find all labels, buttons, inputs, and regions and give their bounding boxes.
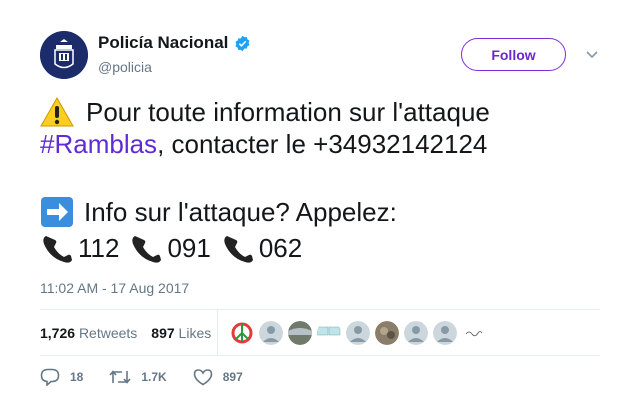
tweet-header: Policía Nacional @policia Follow <box>40 31 600 79</box>
reply-icon <box>40 368 60 386</box>
tweet-line-3: Info sur l'attaque? Appelez: <box>40 196 600 228</box>
likes-stat[interactable]: 897 Likes <box>151 325 211 341</box>
tweet-line-2: #Ramblas, contacter le +34932142124 <box>40 128 600 160</box>
like-count: 897 <box>222 370 243 384</box>
tweet-line-1: Pour toute information sur l'attaque <box>40 96 600 128</box>
display-name[interactable]: Policía Nacional <box>98 33 228 53</box>
phone-numbers-line: 112 091 062 <box>40 232 600 264</box>
reply-action[interactable]: 18 <box>40 368 83 386</box>
retweet-action[interactable]: 1.7K <box>109 369 167 385</box>
retweet-icon <box>109 370 131 384</box>
police-badge-icon <box>40 31 88 79</box>
tweet-text: Pour toute information sur l'attaque #Ra… <box>40 96 600 264</box>
hashtag-link[interactable]: #Ramblas <box>40 128 157 160</box>
liker-avatar[interactable] <box>433 321 457 345</box>
liker-avatar[interactable] <box>346 321 370 345</box>
phone-number-3[interactable]: 062 <box>259 232 302 264</box>
tweet-timestamp[interactable]: 11:02 AM - 17 Aug 2017 <box>40 280 189 296</box>
avatar[interactable] <box>40 31 88 79</box>
telephone-icon <box>132 236 162 263</box>
reply-count: 18 <box>70 370 84 384</box>
liker-avatar[interactable] <box>259 321 283 345</box>
user-handle[interactable]: @policia <box>98 59 251 75</box>
name-row: Policía Nacional <box>98 33 251 53</box>
telephone-icon <box>224 236 253 263</box>
likes-label: Likes <box>178 325 212 341</box>
retweets-count: 1,726 <box>40 325 76 341</box>
phone-number-2[interactable]: 091 <box>167 232 210 264</box>
likes-count: 897 <box>151 325 175 341</box>
liker-avatar[interactable] <box>230 321 254 345</box>
retweet-count: 1.7K <box>141 370 167 384</box>
retweets-label: Retweets <box>78 325 138 341</box>
name-block: Policía Nacional @policia <box>98 33 251 75</box>
follow-button[interactable]: Follow <box>461 38 566 71</box>
liker-avatar[interactable] <box>375 321 399 345</box>
retweets-stat[interactable]: 1,726 Retweets <box>40 325 137 341</box>
liker-avatar[interactable] <box>404 321 428 345</box>
chevron-down-icon[interactable] <box>585 47 599 61</box>
right-arrow-icon <box>41 197 73 227</box>
tweet-actions: 18 1.7K 897 <box>40 368 269 386</box>
liker-avatar[interactable] <box>317 321 341 345</box>
like-action[interactable]: 897 <box>193 368 243 386</box>
stats-separator <box>217 310 218 356</box>
liker-avatar[interactable] <box>462 321 486 345</box>
tweet-line-1-text: Pour toute information sur l'attaque <box>86 97 490 127</box>
warning-icon <box>40 97 74 127</box>
telephone-icon <box>43 236 72 263</box>
divider-bottom <box>40 355 600 356</box>
phone-number-1[interactable]: 112 <box>78 232 119 264</box>
heart-icon <box>193 369 213 386</box>
liker-avatars <box>230 321 491 345</box>
verified-icon <box>235 35 250 51</box>
tweet-line-2-text: , contacter le +34932142124 <box>157 129 488 159</box>
tweet-line-3-text: Info sur l'attaque? Appelez: <box>84 197 397 227</box>
liker-avatar[interactable] <box>288 321 312 345</box>
tweet-stats: 1,726 Retweets 897 Likes <box>40 310 600 356</box>
